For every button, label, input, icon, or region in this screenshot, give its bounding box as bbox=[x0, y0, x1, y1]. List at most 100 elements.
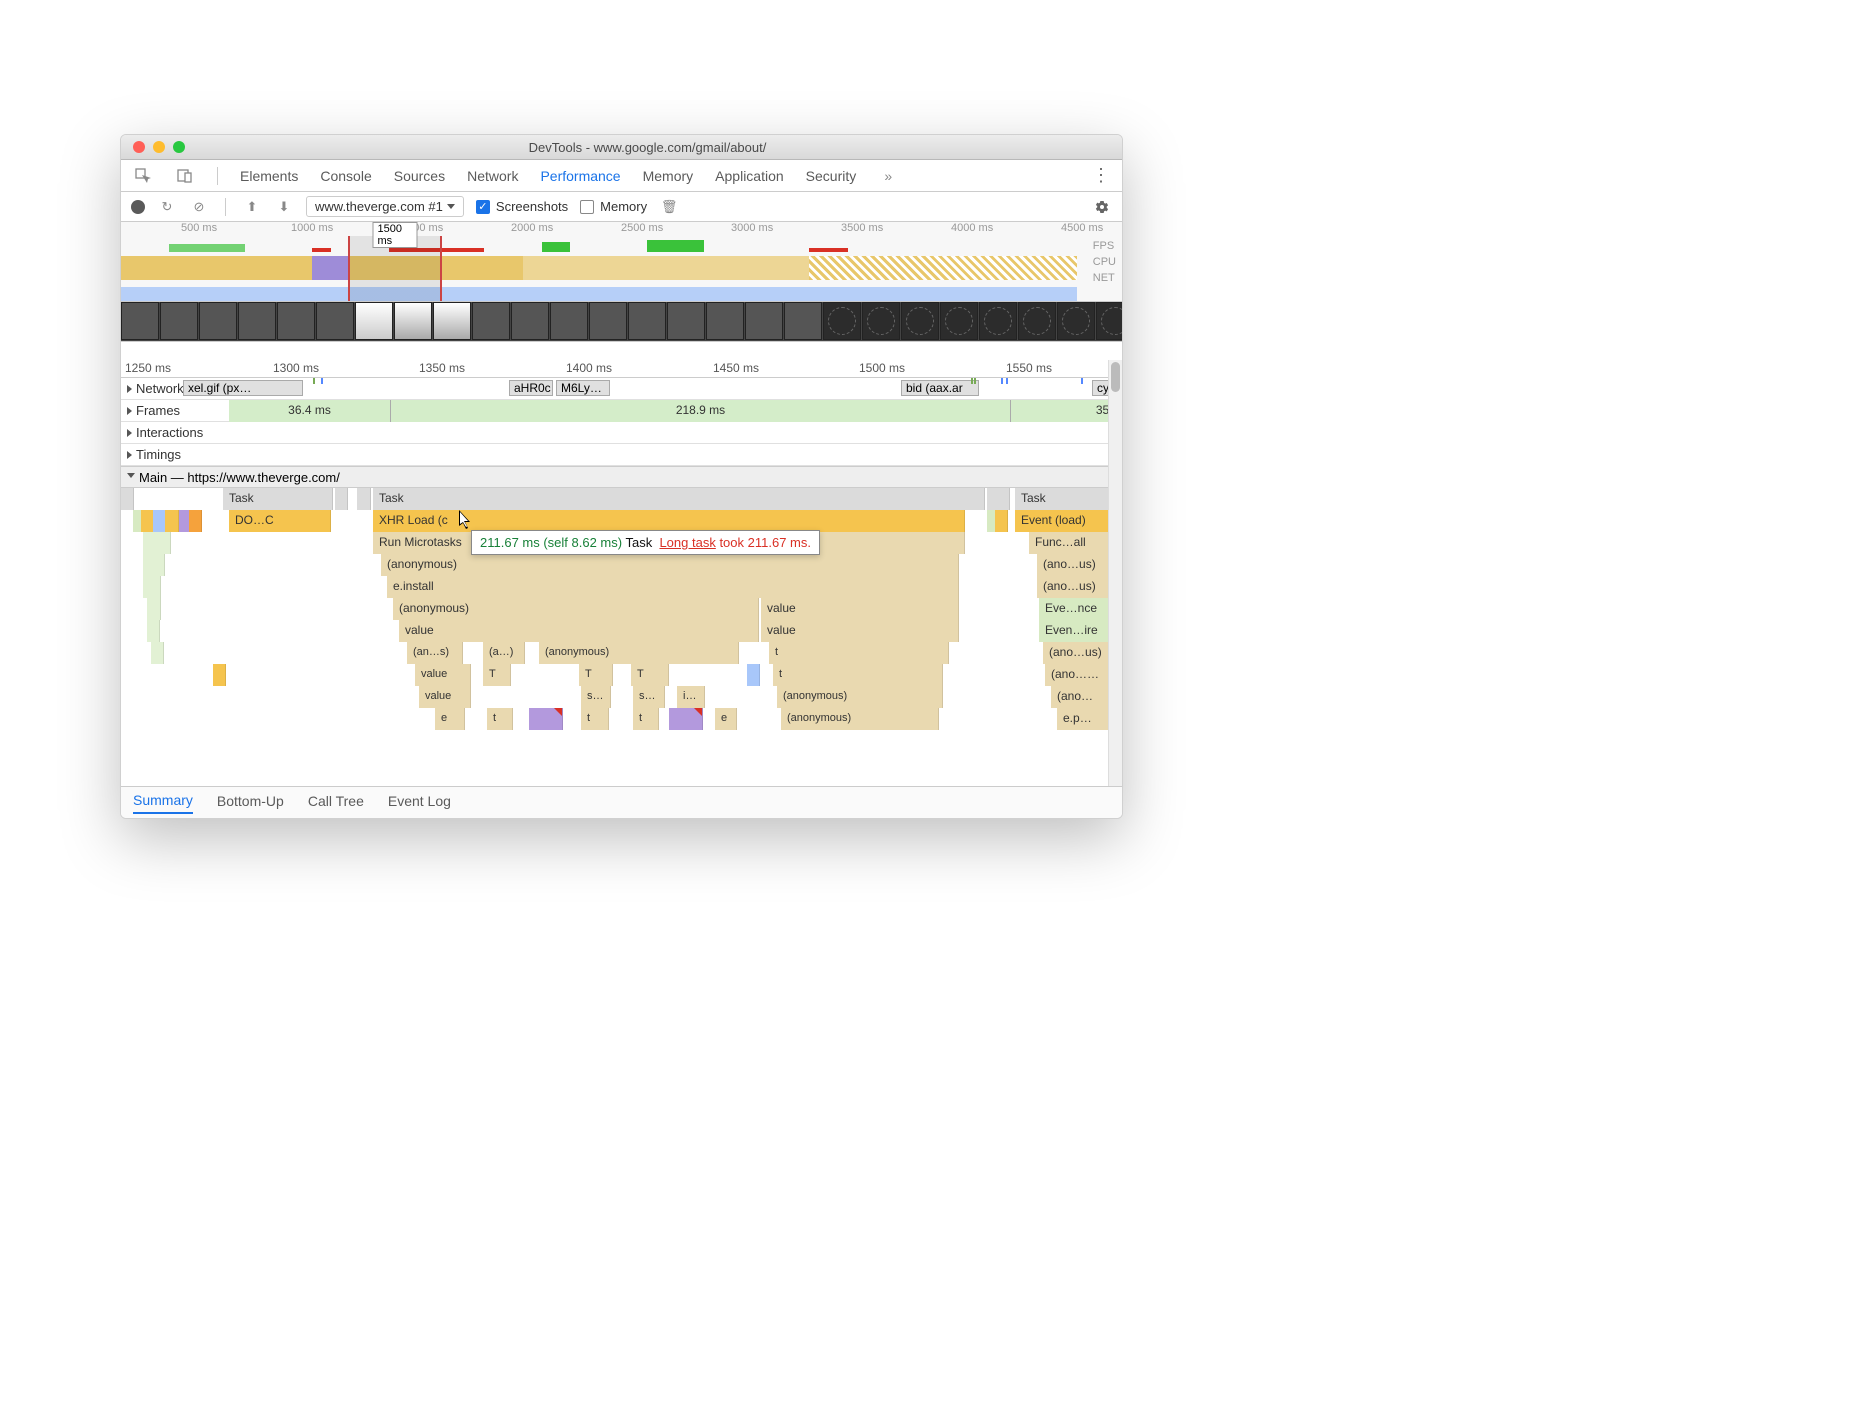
download-icon[interactable]: ⬇ bbox=[274, 197, 294, 217]
tab-sources[interactable]: Sources bbox=[394, 168, 445, 184]
flame-entry[interactable] bbox=[189, 510, 202, 532]
flame-entry[interactable]: value bbox=[761, 598, 959, 620]
expand-icon[interactable] bbox=[127, 451, 132, 459]
flame-entry[interactable]: value bbox=[761, 620, 959, 642]
timeline-ruler[interactable]: 1250 ms 1300 ms 1350 ms 1400 ms 1450 ms … bbox=[121, 360, 1122, 378]
screenshot-thumb[interactable] bbox=[511, 302, 549, 340]
expand-icon[interactable] bbox=[127, 429, 132, 437]
tab-event-log[interactable]: Event Log bbox=[388, 793, 451, 813]
scrollbar[interactable] bbox=[1108, 360, 1122, 786]
network-item[interactable]: xel.gif (px… bbox=[183, 380, 303, 396]
screenshot-thumb[interactable] bbox=[706, 302, 744, 340]
flame-entry[interactable]: (a…) bbox=[483, 642, 525, 664]
flame-entry[interactable] bbox=[143, 532, 171, 554]
overview-selection[interactable]: 1500 ms bbox=[348, 236, 442, 301]
screenshot-thumb[interactable] bbox=[316, 302, 354, 340]
flame-entry[interactable]: value bbox=[415, 664, 471, 686]
tab-security[interactable]: Security bbox=[806, 168, 857, 184]
screenshot-thumb[interactable] bbox=[160, 302, 198, 340]
flame-entry[interactable]: s… bbox=[633, 686, 665, 708]
memory-checkbox[interactable]: Memory bbox=[580, 199, 647, 214]
flame-entry[interactable]: value bbox=[399, 620, 759, 642]
flame-chart[interactable]: Task Task Task DO…C XHR Load (c bbox=[121, 488, 1122, 748]
screenshots-checkbox[interactable]: ✓ Screenshots bbox=[476, 199, 568, 214]
flame-task[interactable] bbox=[335, 488, 348, 510]
screenshot-thumb[interactable] bbox=[589, 302, 627, 340]
screenshot-thumb[interactable] bbox=[784, 302, 822, 340]
tab-call-tree[interactable]: Call Tree bbox=[308, 793, 364, 813]
flame-entry[interactable]: T bbox=[483, 664, 511, 686]
flame-entry[interactable]: (an…s) bbox=[407, 642, 463, 664]
expand-icon[interactable] bbox=[127, 385, 132, 393]
overflow-icon[interactable]: » bbox=[878, 166, 898, 186]
flame-entry[interactable] bbox=[147, 598, 161, 620]
screenshot-thumb[interactable] bbox=[940, 302, 978, 340]
screenshot-thumb[interactable] bbox=[394, 302, 432, 340]
flame-entry[interactable]: t bbox=[773, 664, 943, 686]
network-item[interactable]: M6Ly… bbox=[556, 380, 610, 396]
reload-icon[interactable]: ↻ bbox=[157, 197, 177, 217]
screenshot-thumb[interactable] bbox=[355, 302, 393, 340]
tab-summary[interactable]: Summary bbox=[133, 792, 193, 814]
frame-item[interactable]: 218.9 ms bbox=[391, 400, 1011, 422]
flame-entry[interactable]: Even…ire bbox=[1039, 620, 1110, 642]
flame-task[interactable] bbox=[121, 488, 134, 510]
screenshot-thumb[interactable] bbox=[472, 302, 510, 340]
flame-entry[interactable]: T bbox=[579, 664, 613, 686]
flame-entry[interactable]: Eve…nce bbox=[1039, 598, 1110, 620]
record-icon[interactable] bbox=[131, 200, 145, 214]
flame-entry[interactable] bbox=[747, 664, 760, 686]
trash-icon[interactable]: 🗑 bbox=[659, 197, 679, 217]
flame-entry[interactable]: (anonymous) bbox=[381, 554, 959, 576]
flame-entry[interactable]: (anonymous) bbox=[777, 686, 943, 708]
minimize-icon[interactable] bbox=[153, 141, 165, 153]
flame-entry[interactable] bbox=[151, 642, 164, 664]
flame-entry[interactable] bbox=[213, 664, 226, 686]
device-mode-icon[interactable] bbox=[175, 166, 195, 186]
screenshot-thumb[interactable] bbox=[277, 302, 315, 340]
gear-icon[interactable] bbox=[1092, 197, 1112, 217]
flame-entry[interactable]: Func…all bbox=[1029, 532, 1110, 554]
tab-console[interactable]: Console bbox=[320, 168, 371, 184]
screenshot-thumb[interactable] bbox=[550, 302, 588, 340]
flame-task[interactable]: Task bbox=[373, 488, 985, 510]
flame-entry[interactable] bbox=[995, 510, 1008, 532]
flame-entry[interactable]: e.install bbox=[387, 576, 959, 598]
flame-entry[interactable]: t bbox=[769, 642, 949, 664]
flame-entry[interactable]: t bbox=[633, 708, 659, 730]
tab-bottom-up[interactable]: Bottom-Up bbox=[217, 793, 284, 813]
expand-icon[interactable] bbox=[127, 407, 132, 415]
inspect-icon[interactable] bbox=[133, 166, 153, 186]
flame-entry[interactable] bbox=[669, 708, 703, 730]
flame-entry[interactable]: (ano…us) bbox=[1037, 576, 1110, 598]
interactions-track[interactable]: Interactions bbox=[121, 422, 1122, 444]
tab-elements[interactable]: Elements bbox=[240, 168, 298, 184]
screenshot-thumb[interactable] bbox=[667, 302, 705, 340]
tab-application[interactable]: Application bbox=[715, 168, 784, 184]
flame-entry[interactable]: t bbox=[581, 708, 609, 730]
flame-entry[interactable]: e.p…ss bbox=[1057, 708, 1110, 730]
screenshot-thumb[interactable] bbox=[979, 302, 1017, 340]
flame-entry[interactable]: (anonymous) bbox=[393, 598, 759, 620]
flame-entry[interactable]: Event (load) bbox=[1015, 510, 1110, 532]
profile-selector[interactable]: www.theverge.com #1 bbox=[306, 196, 464, 217]
network-track[interactable]: Network xel.gif (px… aHR0c M6Ly… bid (aa… bbox=[121, 378, 1122, 400]
frame-item[interactable]: 36.4 ms bbox=[229, 400, 391, 422]
flame-task[interactable] bbox=[997, 488, 1010, 510]
screenshot-thumb[interactable] bbox=[823, 302, 861, 340]
flame-entry[interactable]: value bbox=[419, 686, 471, 708]
main-track-header[interactable]: Main — https://www.theverge.com/ bbox=[121, 466, 1122, 488]
flame-entry[interactable]: i… bbox=[677, 686, 705, 708]
screenshot-thumb[interactable] bbox=[238, 302, 276, 340]
flame-entry[interactable]: s… bbox=[581, 686, 611, 708]
kebab-icon[interactable]: ⋮ bbox=[1092, 165, 1110, 186]
flame-entry[interactable]: (ano…us) bbox=[1045, 664, 1110, 686]
flame-entry[interactable]: e bbox=[715, 708, 737, 730]
screenshot-thumb[interactable] bbox=[745, 302, 783, 340]
screenshot-thumb[interactable] bbox=[1096, 302, 1122, 340]
frame-item[interactable]: 357.4 ms bbox=[1011, 400, 1122, 422]
upload-icon[interactable]: ⬆ bbox=[242, 197, 262, 217]
flame-entry[interactable] bbox=[529, 708, 563, 730]
flame-entry[interactable]: (ano…us) bbox=[1043, 642, 1110, 664]
screenshot-thumb[interactable] bbox=[901, 302, 939, 340]
